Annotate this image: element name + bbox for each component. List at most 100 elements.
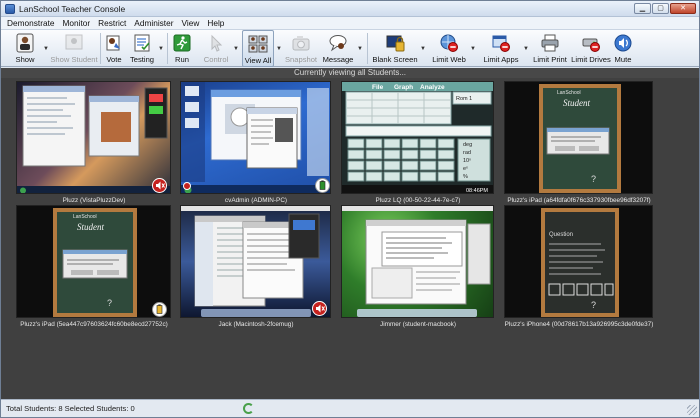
ipad-title: Student	[77, 222, 104, 232]
student-screen-thumbnail[interactable]: File Graph Analyze Rom 1 deg rad 10ˣ eˣ …	[341, 81, 494, 194]
blank-screen-icon	[385, 33, 405, 53]
calc-key-ex: eˣ	[463, 166, 468, 172]
student-tile[interactable]: Jack (Macintosh-2fcemug)	[180, 205, 332, 328]
calc-key-deg: deg	[463, 142, 472, 148]
ipad-title: Student	[563, 98, 590, 108]
snapshot-button[interactable]: Snapshot	[284, 30, 318, 67]
snapshot-label: Snapshot	[284, 55, 318, 64]
message-button[interactable]: Message	[323, 30, 353, 67]
menu-restrict[interactable]: Restrict	[98, 18, 126, 28]
limit-web-label: Limit Web	[432, 55, 466, 64]
svg-text:?: ?	[591, 174, 596, 184]
student-name-label: Pluzz LQ (00-50-22-44-7e-c7)	[375, 197, 461, 204]
limit-web-dropdown-icon[interactable]: ▼	[469, 44, 477, 54]
student-tile[interactable]: Pluzz (VistaPluzzDev)	[16, 81, 172, 204]
run-button[interactable]: Run	[171, 30, 193, 67]
student-screen-thumbnail[interactable]: Question ?	[504, 205, 653, 318]
student-name-label: Pluzz (VistaPluzzDev)	[62, 197, 126, 204]
menu-administer[interactable]: Administer	[134, 18, 173, 28]
view-all-dropdown-icon[interactable]: ▼	[275, 44, 283, 54]
student-screen-thumbnail[interactable]: LanSchool Student ?	[504, 81, 653, 194]
limit-print-label: Limit Print	[533, 55, 567, 64]
menu-monitor[interactable]: Monitor	[63, 18, 91, 28]
view-all-icon	[248, 34, 268, 54]
vote-button[interactable]: Vote	[103, 30, 125, 67]
svg-text:?: ?	[107, 298, 112, 308]
blocked-icon	[183, 182, 191, 190]
toolbar: Show ▼ Show Student Vote Testing ▼ Run C…	[1, 30, 699, 67]
mute-button[interactable]: Mute	[612, 30, 634, 67]
menu-help[interactable]: Help	[207, 18, 224, 28]
limit-drives-icon	[581, 33, 601, 53]
message-dropdown-icon[interactable]: ▼	[356, 44, 364, 54]
sync-icon	[243, 403, 254, 414]
ipad-brand: LanSchool	[73, 214, 97, 220]
run-label: Run	[175, 55, 189, 64]
student-tile[interactable]: Jimmer (student-macbook)	[341, 205, 495, 328]
student-tile[interactable]: Question ? Pluzz's iPhone4 (00d78617b13a…	[504, 205, 654, 328]
student-screen-thumbnail[interactable]	[180, 205, 331, 318]
blank-screen-dropdown-icon[interactable]: ▼	[419, 44, 427, 54]
show-student-label: Show Student	[50, 55, 98, 64]
control-dropdown-icon[interactable]: ▼	[232, 44, 240, 54]
testing-icon	[132, 33, 152, 53]
show-student-button[interactable]: Show Student	[49, 30, 99, 67]
show-button[interactable]: Show	[7, 30, 43, 67]
vote-label: Vote	[106, 55, 122, 64]
show-label: Show	[15, 55, 35, 64]
menu-demonstrate[interactable]: Demonstrate	[7, 18, 55, 28]
run-icon	[172, 33, 192, 53]
control-label: Control	[203, 55, 229, 64]
student-name-label: Pluzz's iPad (a64fdfa0f676c337930fbee96d…	[507, 197, 651, 204]
message-icon	[328, 33, 348, 53]
menu-bar: Demonstrate Monitor Restrict Administer …	[1, 17, 699, 30]
calc-key-rad: rad	[463, 150, 471, 156]
view-all-button[interactable]: View All	[242, 30, 274, 67]
question-title: Question	[549, 232, 573, 238]
limit-drives-button[interactable]: Limit Drives	[571, 30, 611, 67]
calc-key-percent: %	[463, 174, 468, 180]
student-screen-thumbnail[interactable]: LanSchool Student ?	[16, 205, 171, 318]
app-logo-icon	[5, 4, 15, 14]
limit-print-button[interactable]: Limit Print	[532, 30, 568, 67]
show-student-icon	[64, 33, 84, 53]
battery-icon	[315, 178, 330, 193]
ipad-brand: LanSchool	[557, 90, 581, 96]
muted-speaker-icon	[312, 301, 327, 316]
limit-drives-label: Limit Drives	[571, 55, 611, 64]
student-screen-thumbnail[interactable]	[180, 81, 331, 194]
limit-web-button[interactable]: Limit Web	[431, 30, 467, 67]
calc-menu-graph: Graph	[394, 84, 413, 91]
student-screen-thumbnail[interactable]	[16, 81, 171, 194]
menu-view[interactable]: View	[182, 18, 200, 28]
student-name-label: Pluzz's iPhone4 (00d78617b13a926995c3de0…	[504, 321, 654, 328]
blank-screen-label: Blank Screen	[372, 55, 418, 64]
blank-screen-button[interactable]: Blank Screen	[372, 30, 418, 67]
student-tile[interactable]: LanSchool Student ? Pluzz's iPad (a64fdf…	[504, 81, 654, 204]
student-name-label: cvAdmin (ADMIN-PC)	[224, 197, 288, 204]
minimize-button[interactable]: ▁	[634, 3, 651, 14]
mute-label: Mute	[614, 55, 632, 64]
app-window: LanSchool Teacher Console ▁ ▢ ✕ Demonstr…	[0, 0, 700, 418]
maximize-button[interactable]: ▢	[652, 3, 669, 14]
show-icon	[15, 33, 35, 53]
testing-button[interactable]: Testing	[128, 30, 156, 67]
testing-dropdown-icon[interactable]: ▼	[157, 44, 165, 54]
muted-speaker-icon	[152, 178, 167, 193]
student-thumbnail-grid: Pluzz (VistaPluzzDev) cvAdmin (ADMIN-PC)…	[1, 78, 699, 399]
battery-icon	[152, 302, 167, 317]
limit-apps-button[interactable]: Limit Apps	[481, 30, 521, 67]
limit-apps-dropdown-icon[interactable]: ▼	[522, 44, 530, 54]
message-label: Message	[322, 55, 354, 64]
student-screen-thumbnail[interactable]	[341, 205, 494, 318]
resize-grip-icon[interactable]	[687, 405, 697, 415]
student-name-label: Jimmer (student-macbook)	[380, 321, 456, 328]
control-button[interactable]: Control	[200, 30, 232, 67]
calc-menu-file: File	[372, 84, 384, 91]
limit-apps-icon	[491, 33, 511, 53]
student-tile[interactable]: File Graph Analyze Rom 1 deg rad 10ˣ eˣ …	[341, 81, 495, 204]
student-tile[interactable]: cvAdmin (ADMIN-PC)	[180, 81, 332, 204]
speaker-icon	[613, 33, 633, 53]
student-tile[interactable]: LanSchool Student ? Pluzz's iPad (5ea447…	[16, 205, 172, 328]
close-button[interactable]: ✕	[670, 3, 696, 14]
